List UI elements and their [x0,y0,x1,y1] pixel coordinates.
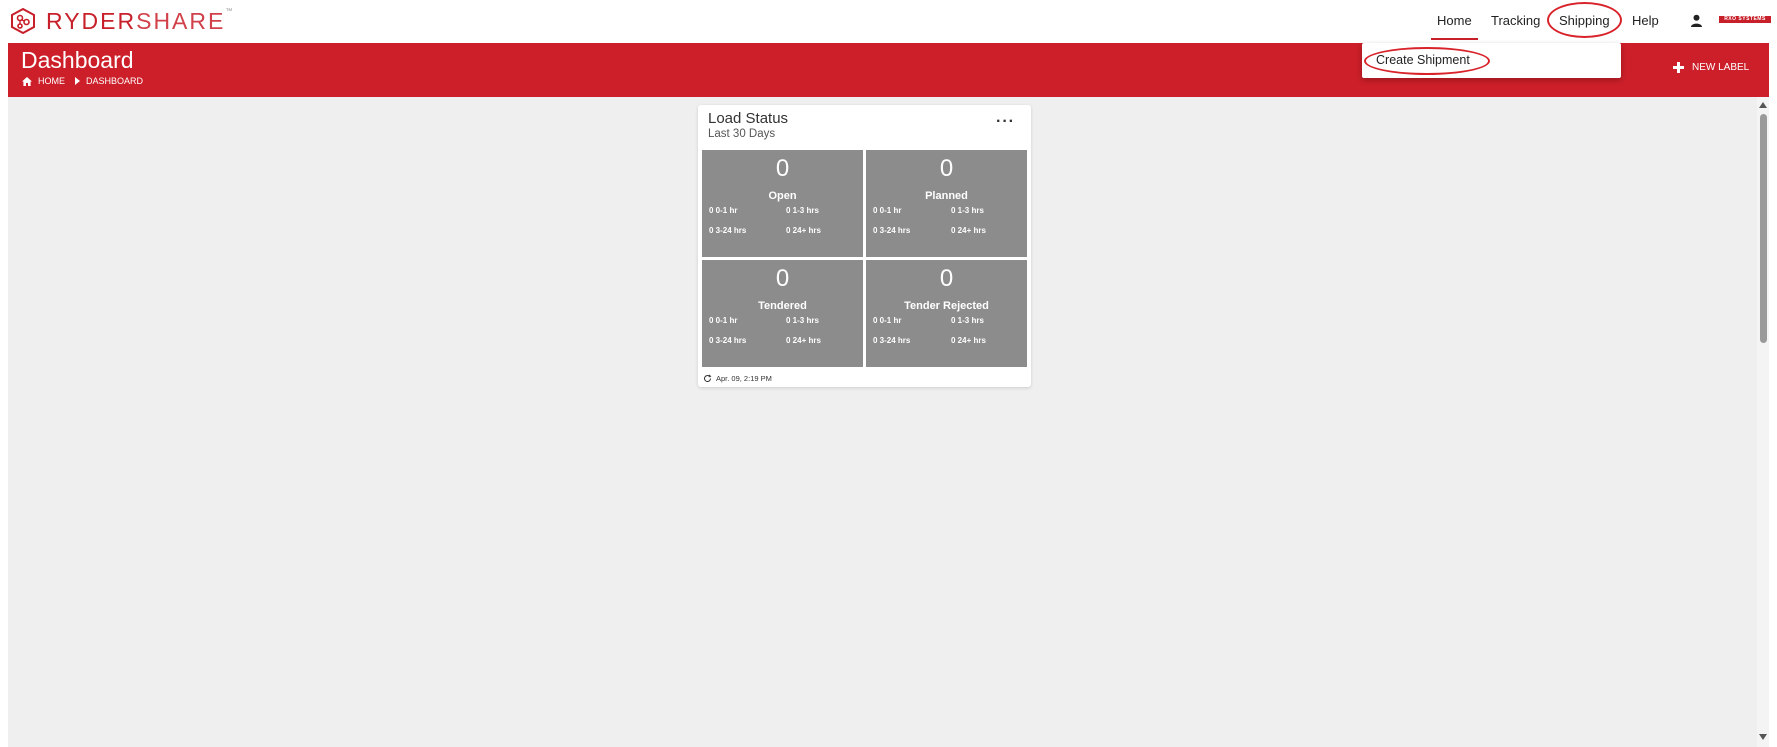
nav-shipping[interactable]: Shipping [1559,13,1610,28]
tile-stat: 0 3-24 hrs [873,226,911,235]
tile-stat: 0 0-1 hr [709,206,738,215]
scroll-up-arrow[interactable] [1759,102,1767,108]
logo-wordmark: RYDERSHARE™ [46,8,234,35]
ryder-hex-logo-icon [11,8,35,34]
logo-trademark: ™ [225,7,235,15]
scroll-down-arrow[interactable] [1759,734,1767,740]
tile-stat: 0 3-24 hrs [873,336,911,345]
tile-count: 0 [939,265,954,292]
card-title: Load Status [708,110,789,127]
tile-stat: 0 24+ hrs [786,336,821,345]
tile-stat: 0 0-1 hr [873,206,902,215]
load-status-card: Load Status Last 30 Days ··· 0 Open 0 0-… [698,105,1031,387]
tile-stat: 0 1-3 hrs [951,316,984,325]
shipping-dropdown-menu: Create Shipment [1362,43,1621,78]
tile-stat: 0 24+ hrs [951,336,986,345]
breadcrumb-home[interactable]: HOME [38,76,65,86]
tile-stat: 0 3-24 hrs [709,336,747,345]
tile-label: Open [768,190,797,202]
tile-open[interactable]: 0 Open 0 0-1 hr 0 1-3 hrs 0 3-24 hrs 0 2… [702,150,863,257]
breadcrumb-current: DASHBOARD [86,76,144,86]
create-shipment-menu-item[interactable]: Create Shipment [1376,53,1470,67]
tile-tendered[interactable]: 0 Tendered 0 0-1 hr 0 1-3 hrs 0 3-24 hrs… [702,260,863,367]
tile-count: 0 [775,155,790,182]
tile-stat: 0 1-3 hrs [951,206,984,215]
rxo-systems-badge: RXO SYSTEMS [1719,16,1771,23]
caret-right-icon [75,77,80,85]
window-edge [1769,43,1777,747]
page-title: Dashboard [21,47,134,73]
nav-home[interactable]: Home [1431,13,1478,40]
tile-count: 0 [939,155,954,182]
refresh-icon[interactable] [703,374,712,383]
tile-count: 0 [775,265,790,292]
tile-stat: 0 0-1 hr [709,316,738,325]
tile-planned[interactable]: 0 Planned 0 0-1 hr 0 1-3 hrs 0 3-24 hrs … [866,150,1027,257]
tile-tender-rejected[interactable]: 0 Tender Rejected 0 0-1 hr 0 1-3 hrs 0 3… [866,260,1027,367]
last-updated-time: Apr. 09, 2:19 PM [716,374,772,383]
tile-stat: 0 24+ hrs [951,226,986,235]
new-label-text: NEW LABEL [1692,62,1750,73]
user-icon[interactable] [1690,14,1703,27]
card-menu-button[interactable]: ··· [996,113,1015,131]
plus-icon [1673,62,1684,73]
card-footer: Apr. 09, 2:19 PM [703,374,772,383]
logo-main-text: RYDER [46,7,137,34]
home-icon[interactable] [22,76,32,86]
breadcrumb: HOME DASHBOARD [22,76,143,86]
tile-stat: 0 24+ hrs [786,226,821,235]
tile-stat: 0 3-24 hrs [709,226,747,235]
new-label-button[interactable]: NEW LABEL [1673,62,1749,73]
top-navigation: RYDERSHARE™ Home Tracking Shipping Help … [0,0,1777,43]
vertical-scrollbar[interactable] [1757,97,1769,747]
nav-help[interactable]: Help [1632,13,1659,28]
tile-stat: 0 1-3 hrs [786,316,819,325]
tile-label: Tendered [758,300,807,312]
tile-stat: 0 1-3 hrs [786,206,819,215]
scroll-thumb[interactable] [1760,114,1767,343]
tile-label: Planned [925,190,968,202]
tile-stat: 0 0-1 hr [873,316,902,325]
logo-accent-text: SHARE [136,7,226,34]
tile-label: Tender Rejected [904,300,989,312]
nav-tracking[interactable]: Tracking [1491,13,1540,28]
ryder-share-logo[interactable]: RYDERSHARE™ [10,8,234,34]
card-subtitle: Last 30 Days [708,128,776,140]
